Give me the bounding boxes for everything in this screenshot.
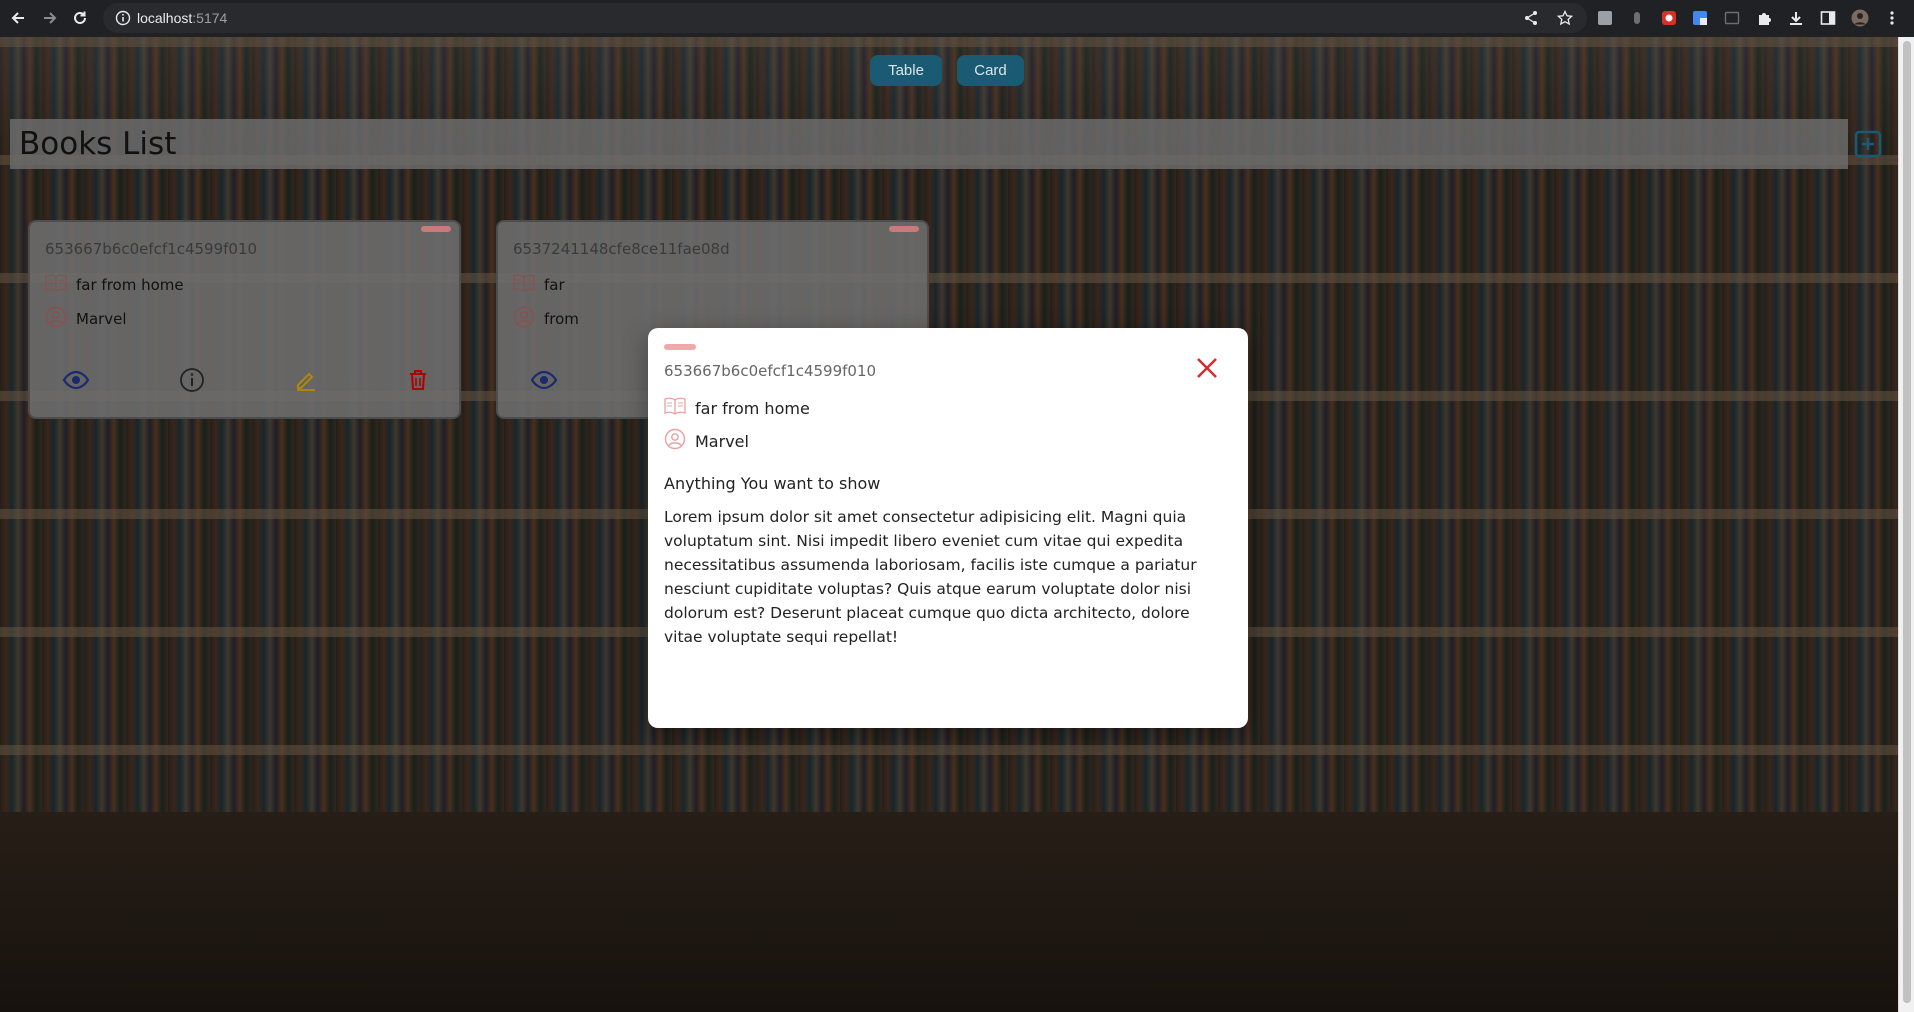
- bookmark-star-icon[interactable]: [1555, 8, 1575, 28]
- book-title-row: far from home: [45, 274, 184, 296]
- back-arrow-icon[interactable]: [6, 6, 30, 30]
- user-circle-icon: [513, 306, 535, 332]
- modal-title-row: far from home: [664, 397, 810, 419]
- book-detail-modal: 653667b6c0efcf1c4599f010 far from home M…: [648, 328, 1248, 728]
- scrollbar-thumb[interactable]: [1903, 41, 1911, 1003]
- book-card: 653667b6c0efcf1c4599f010 far from home M…: [28, 220, 461, 419]
- modal-book-id: 653667b6c0efcf1c4599f010: [664, 362, 877, 380]
- delete-trash-icon[interactable]: [404, 366, 432, 394]
- modal-tab-indicator: [664, 344, 696, 350]
- extension-3-icon[interactable]: [1659, 8, 1679, 28]
- table-view-button[interactable]: Table: [870, 55, 942, 86]
- address-bar[interactable]: localhost:5174: [103, 3, 1587, 33]
- card-actions: [30, 366, 459, 394]
- translate-icon[interactable]: [1690, 8, 1710, 28]
- open-book-icon: [664, 397, 686, 419]
- download-icon[interactable]: [1786, 8, 1806, 28]
- page-header: Books List: [10, 119, 1848, 169]
- user-circle-icon: [664, 428, 686, 454]
- book-title: far: [544, 276, 565, 294]
- add-book-button[interactable]: [1854, 130, 1882, 158]
- book-id: 6537241148cfe8ce11fae08d: [513, 240, 730, 258]
- extensions-puzzle-icon[interactable]: [1754, 8, 1774, 28]
- book-author: Marvel: [76, 310, 127, 328]
- info-icon[interactable]: [115, 10, 131, 26]
- side-panel-icon[interactable]: [1818, 8, 1838, 28]
- book-author: from: [544, 310, 579, 328]
- book-author-row: from: [513, 306, 579, 332]
- open-book-icon: [513, 274, 535, 296]
- book-title: far from home: [76, 276, 184, 294]
- user-circle-icon: [45, 306, 67, 332]
- close-icon[interactable]: [1193, 354, 1221, 382]
- open-book-icon: [45, 274, 67, 296]
- book-title-row: far: [513, 274, 565, 296]
- profile-avatar-icon[interactable]: [1850, 8, 1870, 28]
- reload-icon[interactable]: [68, 6, 92, 30]
- book-author-row: Marvel: [45, 306, 127, 332]
- share-icon[interactable]: [1521, 8, 1541, 28]
- page-title: Books List: [19, 126, 177, 162]
- card-view-button[interactable]: Card: [957, 55, 1024, 86]
- forward-arrow-icon[interactable]: [38, 6, 62, 30]
- view-eye-icon[interactable]: [62, 366, 90, 394]
- extension-2-icon[interactable]: [1627, 8, 1647, 28]
- extension-5-icon[interactable]: [1722, 8, 1742, 28]
- browser-toolbar: localhost:5174: [0, 0, 1914, 37]
- modal-book-author: Marvel: [695, 431, 749, 451]
- card-tab-indicator: [889, 226, 919, 232]
- modal-author-row: Marvel: [664, 428, 749, 454]
- extension-1-icon[interactable]: [1595, 8, 1615, 28]
- view-eye-icon[interactable]: [530, 366, 558, 394]
- modal-subtitle: Anything You want to show: [664, 474, 881, 493]
- edit-pencil-icon[interactable]: [292, 366, 320, 394]
- page-scrollbar[interactable]: [1898, 37, 1914, 1012]
- modal-book-title: far from home: [695, 398, 810, 418]
- book-id: 653667b6c0efcf1c4599f010: [45, 240, 258, 258]
- menu-kebab-icon[interactable]: [1882, 8, 1902, 28]
- modal-description: Lorem ipsum dolor sit amet consectetur a…: [664, 508, 1197, 646]
- url-text: localhost:5174: [137, 10, 228, 26]
- card-tab-indicator: [421, 226, 451, 232]
- info-circle-icon[interactable]: [178, 366, 206, 394]
